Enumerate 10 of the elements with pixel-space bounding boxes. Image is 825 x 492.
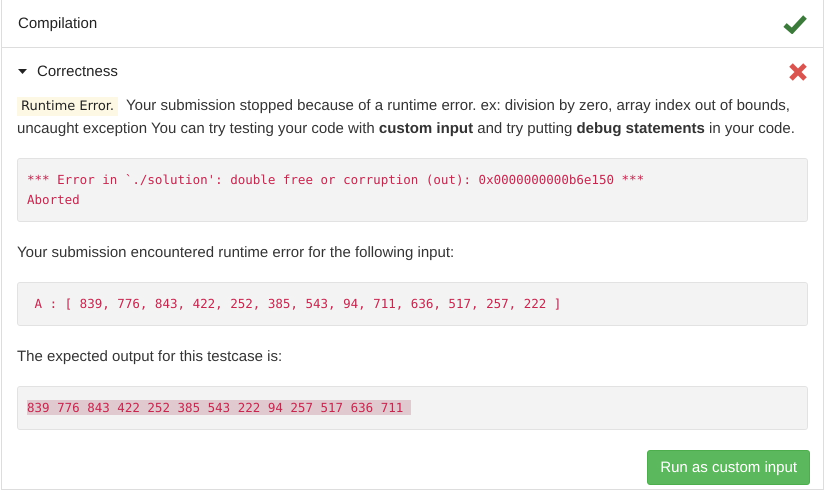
expected-output: 839 776 843 422 252 385 543 222 94 257 517 636 711 <box>17 386 808 430</box>
section-title[interactable]: Correctness <box>37 63 118 80</box>
input-label: Your submission encountered runtime error for the following input: <box>17 243 456 263</box>
input-value: A : [ 839, 776, 843, 422, 252, 385, 543, 94, 711, 636, 517, 257, 222 ] <box>17 282 808 326</box>
error-message: Runtime Error. Your submission stopped because of a runtime error. ex: division by zero, array index out of bounds, uncaught exception You can try testing your code with custom input and try putting debug statements in your code. <box>17 96 796 139</box>
caret-icon[interactable] <box>18 69 27 74</box>
section-title[interactable]: Compilation <box>18 15 98 32</box>
error-output: *** Error in `./solution': double free or corruption (out): 0x0000000000b6e150 *** Aborted <box>17 158 808 222</box>
error-badge: Runtime Error. <box>17 97 118 116</box>
expected-label: The expected output for this testcase is: <box>17 347 284 367</box>
